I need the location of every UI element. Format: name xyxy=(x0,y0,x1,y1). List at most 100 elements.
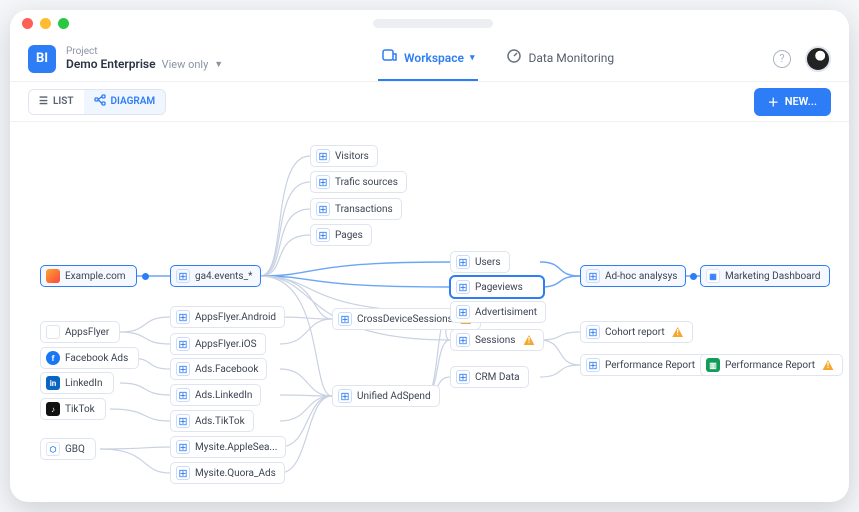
table-icon xyxy=(176,440,190,454)
table-icon xyxy=(316,202,330,216)
new-button[interactable]: ＋ NEW... xyxy=(754,88,831,116)
table-icon xyxy=(316,228,330,242)
node-label: Ad-hoc analysys xyxy=(605,271,677,282)
node-label: Advertisiment xyxy=(475,307,537,318)
node-crm-data[interactable]: CRM Data xyxy=(450,366,529,388)
node-label: CRM Data xyxy=(475,372,520,383)
diagram-canvas[interactable]: Example.com ✳ AppsFlyer f Facebook Ads i… xyxy=(10,122,849,502)
table-icon xyxy=(176,337,190,351)
table-icon xyxy=(456,370,470,384)
table-icon xyxy=(316,175,330,189)
node-label: AppsFlyer.iOS xyxy=(195,339,257,350)
project-label: Project xyxy=(66,46,223,57)
node-label: LinkedIn xyxy=(65,378,103,389)
plus-icon: ＋ xyxy=(768,94,779,110)
project-block: Project Demo Enterprise View only ▼ xyxy=(66,46,223,71)
node-visitors[interactable]: Visitors xyxy=(310,145,378,167)
node-ads-linkedin[interactable]: Ads.LinkedIn xyxy=(170,384,261,406)
tab-monitoring[interactable]: Data Monitoring xyxy=(502,36,618,81)
node-label: Pageviews xyxy=(475,282,523,293)
node-mysite-quora[interactable]: Mysite.Quora_Ads xyxy=(170,462,285,484)
avatar[interactable] xyxy=(805,46,831,72)
node-label: Pages xyxy=(335,230,363,241)
node-label: Transactions xyxy=(335,204,393,215)
node-label: Mysite.Quora_Ads xyxy=(195,468,276,479)
close-icon[interactable] xyxy=(22,18,33,29)
tab-workspace-label: Workspace xyxy=(404,51,464,65)
node-label: Example.com xyxy=(65,271,126,282)
node-label: Facebook Ads xyxy=(65,353,128,364)
titlebar xyxy=(10,10,849,36)
table-icon xyxy=(338,312,352,326)
table-icon xyxy=(176,362,190,376)
appsflyer-icon: ✳ xyxy=(46,325,60,339)
project-name[interactable]: Demo Enterprise xyxy=(66,57,156,71)
node-label: Marketing Dashboard xyxy=(725,271,821,282)
node-label: Unified AdSpend xyxy=(357,391,431,402)
node-label: Ads.TikTok xyxy=(195,416,245,427)
table-icon xyxy=(586,269,600,283)
workspace-icon xyxy=(382,48,398,67)
view-diagram-label: DIAGRAM xyxy=(111,96,156,107)
view-diagram-button[interactable]: DIAGRAM xyxy=(84,90,166,114)
node-af-ios[interactable]: AppsFlyer.iOS xyxy=(170,333,266,355)
node-performance-report-sheet[interactable]: ▥ Performance Report xyxy=(700,354,843,376)
project-mode: View only xyxy=(162,58,209,71)
node-label: Sessions xyxy=(475,335,515,346)
warning-icon xyxy=(822,359,834,371)
view-toggle: ☰ LIST DIAGRAM xyxy=(28,89,166,115)
node-label: Performance Report xyxy=(605,360,695,371)
node-source-example[interactable]: Example.com xyxy=(40,265,137,287)
node-label: AppsFlyer xyxy=(65,327,109,338)
table-icon xyxy=(176,466,190,480)
node-ga4-events[interactable]: ga4.events_* xyxy=(170,265,261,287)
node-source-linkedin[interactable]: in LinkedIn xyxy=(40,372,114,394)
header-tabs: Workspace ▾ Data Monitoring xyxy=(378,36,618,81)
address-bar xyxy=(373,19,493,28)
help-icon[interactable]: ? xyxy=(773,50,791,68)
node-source-appsflyer[interactable]: ✳ AppsFlyer xyxy=(40,321,120,343)
node-adhoc[interactable]: Ad-hoc analysys xyxy=(580,265,686,287)
node-transactions[interactable]: Transactions xyxy=(310,198,402,220)
node-label: Ads.Facebook xyxy=(195,364,258,375)
node-label: GBQ xyxy=(65,444,85,455)
table-icon xyxy=(456,333,470,347)
app-logo[interactable]: BI xyxy=(28,45,56,73)
analytics-icon xyxy=(46,269,60,283)
node-ads-facebook[interactable]: Ads.Facebook xyxy=(170,358,267,380)
table-icon xyxy=(586,325,600,339)
node-label: Ads.LinkedIn xyxy=(195,390,252,401)
node-users[interactable]: Users xyxy=(450,251,510,273)
table-icon xyxy=(586,358,600,372)
node-marketing-dashboard[interactable]: ▦ Marketing Dashboard xyxy=(700,265,830,287)
diagram-icon xyxy=(94,94,106,109)
node-unified-adspend[interactable]: Unified AdSpend xyxy=(332,385,440,407)
node-mysite-apple[interactable]: Mysite.AppleSea... xyxy=(170,436,286,458)
node-label: Cohort report xyxy=(605,327,665,338)
node-source-gbq[interactable]: ⬡ GBQ xyxy=(40,438,96,460)
node-cohort-report[interactable]: Cohort report xyxy=(580,321,693,343)
minimize-icon[interactable] xyxy=(40,18,51,29)
node-source-facebook[interactable]: f Facebook Ads xyxy=(40,347,139,369)
header-right: ? xyxy=(773,46,831,72)
node-af-android[interactable]: AppsFlyer.Android xyxy=(170,306,285,328)
chevron-down-icon[interactable]: ▼ xyxy=(214,59,223,70)
table-icon xyxy=(176,269,190,283)
maximize-icon[interactable] xyxy=(58,18,69,29)
node-traffic-sources[interactable]: Trafic sources xyxy=(310,171,407,193)
node-sessions[interactable]: Sessions xyxy=(450,329,544,351)
node-ads-tiktok[interactable]: Ads.TikTok xyxy=(170,410,254,432)
node-source-tiktok[interactable]: ♪ TikTok xyxy=(40,398,106,420)
node-label: ga4.events_* xyxy=(195,271,252,282)
table-icon xyxy=(176,414,190,428)
node-advertisiment[interactable]: Advertisiment xyxy=(450,301,546,323)
node-pages[interactable]: Pages xyxy=(310,224,372,246)
table-icon xyxy=(176,388,190,402)
node-label: TikTok xyxy=(65,404,95,415)
node-label: Users xyxy=(475,257,501,268)
tab-workspace[interactable]: Workspace ▾ xyxy=(378,36,478,81)
bigquery-icon: ⬡ xyxy=(46,442,60,456)
node-pageviews[interactable]: Pageviews xyxy=(450,276,544,298)
view-list-button[interactable]: ☰ LIST xyxy=(29,90,84,114)
list-icon: ☰ xyxy=(39,96,48,107)
